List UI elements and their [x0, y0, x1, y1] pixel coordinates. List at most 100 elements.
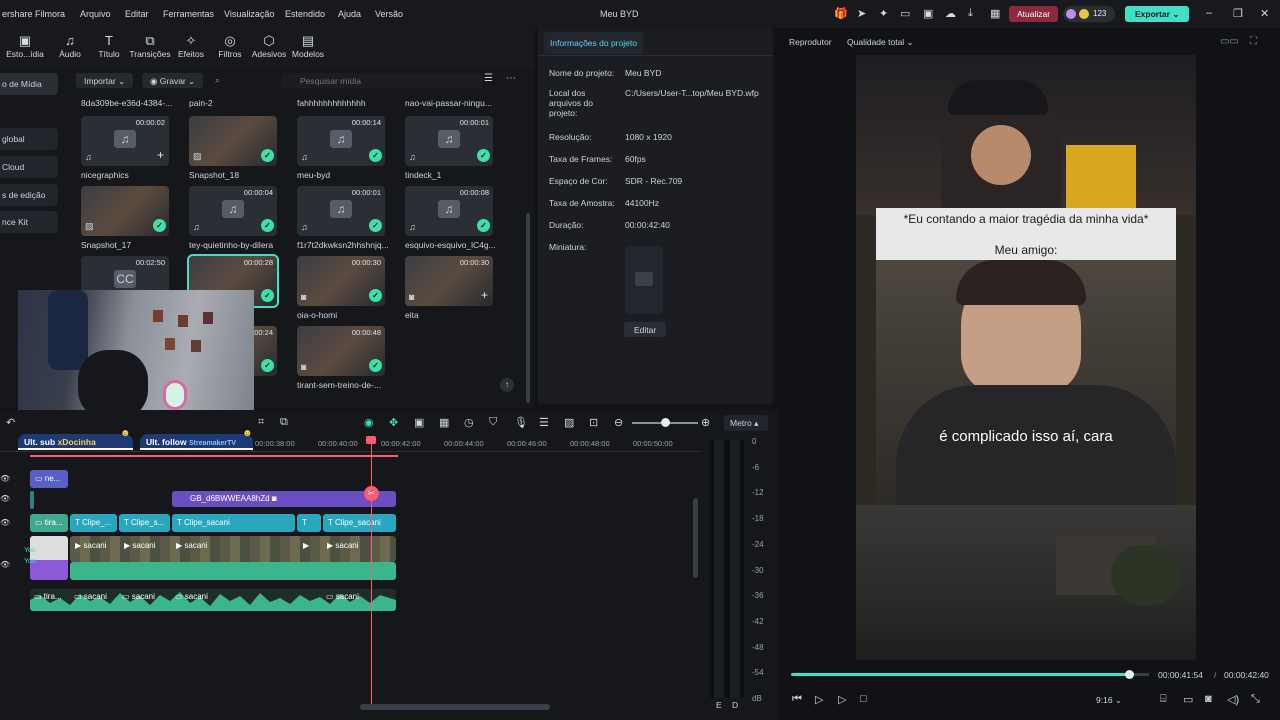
edit-thumbnail-button[interactable]: Editar: [624, 322, 667, 337]
send-icon[interactable]: ➤: [857, 7, 866, 20]
tool-effects[interactable]: ✧ Efeitos: [169, 32, 213, 59]
scissors-icon[interactable]: ✂: [364, 486, 379, 501]
crop-icon[interactable]: ⌗: [258, 416, 264, 429]
add-icon[interactable]: +: [481, 288, 488, 302]
play-icon[interactable]: ▷: [838, 693, 846, 706]
nav-item-cloud[interactable]: Cloud: [0, 156, 58, 178]
import-button[interactable]: Importar ⌄: [76, 73, 134, 88]
media-thumbnail[interactable]: 00:00:48 ◙ ✓: [297, 326, 385, 376]
stop-icon[interactable]: □: [860, 693, 867, 705]
zoom-in-icon[interactable]: ⊕: [701, 416, 710, 429]
media-thumbnail[interactable]: 00:00:30 ◙ +: [405, 256, 493, 306]
media-thumbnail[interactable]: 00:00:04 ♫ ♫ ✓: [189, 186, 277, 236]
work-area-bar[interactable]: [30, 455, 398, 457]
tool-filters[interactable]: ◎ Filtros: [208, 32, 252, 59]
menu-item-estendido[interactable]: Estendido: [285, 9, 325, 19]
image-icon[interactable]: ▨: [564, 416, 574, 429]
track-visible-icon[interactable]: 👁: [0, 494, 10, 503]
title-clip-6[interactable]: T Clipe_sacani: [323, 514, 396, 532]
menu-item-ferramentas[interactable]: Ferramentas: [163, 9, 214, 19]
speed-icon[interactable]: ◷: [464, 416, 474, 429]
menu-item-ajuda[interactable]: Ajuda: [338, 9, 361, 19]
playhead-handle[interactable]: [366, 436, 376, 444]
track-visible-icon[interactable]: 👁: [0, 560, 10, 569]
search-input[interactable]: [282, 73, 482, 88]
nav-item-global[interactable]: global: [0, 128, 58, 150]
tool-templates[interactable]: ▤ Modelos: [286, 32, 330, 59]
minimize-icon[interactable]: –: [1206, 7, 1212, 19]
camera-icon[interactable]: ◙: [1205, 693, 1212, 705]
tile-icon[interactable]: ⊡: [589, 416, 598, 429]
tab-project-info[interactable]: Informações do projeto: [544, 32, 643, 54]
tab-player[interactable]: Reprodutor: [789, 37, 832, 47]
aspect-ratio-select[interactable]: 9:16 ⌄: [1096, 695, 1122, 706]
gift-icon[interactable]: 🎁: [834, 7, 848, 20]
quality-select[interactable]: Qualidade total ⌄: [847, 37, 914, 48]
title-clip-3[interactable]: T Clipe_s...: [119, 514, 170, 532]
nav-item-kit[interactable]: nce Kit: [0, 211, 58, 233]
tool-audio[interactable]: ♫ Áudio: [48, 32, 92, 59]
menu-item-arquivo[interactable]: Arquivo: [80, 9, 111, 19]
overlay-clip[interactable]: GB_d6BWWEAA8hZd ◙: [172, 491, 396, 507]
tool-stock[interactable]: ▣ Esto...ídia: [3, 32, 47, 59]
restore-icon[interactable]: ❐: [1233, 7, 1243, 20]
scroll-top-icon[interactable]: ↑: [500, 378, 514, 392]
progress-bar-fill[interactable]: [791, 673, 1130, 676]
close-icon[interactable]: ✕: [1260, 7, 1269, 20]
zoom-handle[interactable]: [661, 418, 670, 427]
media-thumbnail[interactable]: 00:00:30 ◙ ✓: [297, 256, 385, 306]
marker-icon[interactable]: ⌸: [1160, 693, 1167, 706]
menu-item-versao[interactable]: Versão: [375, 9, 403, 19]
export-button[interactable]: Exportar ⌄: [1125, 6, 1190, 22]
shield-icon[interactable]: ⛉: [489, 416, 497, 429]
media-thumbnail[interactable]: 00:00:01 ♫ ♫ ✓: [297, 186, 385, 236]
audio-list-icon[interactable]: ☰: [539, 416, 549, 429]
filter-list-icon[interactable]: ☰: [484, 73, 493, 84]
menu-item-visualizacao[interactable]: Visualização: [224, 9, 274, 19]
compare-view-icon[interactable]: ▭▭: [1220, 36, 1239, 47]
title-clip[interactable]: ▭ ne...: [30, 470, 68, 488]
scene-icon[interactable]: ▦: [439, 416, 449, 429]
title-clip-1[interactable]: ▭ tira...: [30, 514, 68, 532]
audio-track[interactable]: ▭ tira... ▭ sacani ▭ sacani ▭ sacani ▭ s…: [30, 589, 396, 611]
tool-title[interactable]: T Título: [87, 32, 131, 59]
split-icon[interactable]: ⧉: [280, 416, 288, 429]
undo-icon[interactable]: ↶: [6, 416, 15, 429]
credits-pill[interactable]: 123: [1063, 6, 1115, 22]
nav-item-media[interactable]: o de Mídia: [0, 73, 58, 95]
media-thumbnail[interactable]: ▨ ✓: [189, 116, 277, 166]
track-visible-icon[interactable]: 👁: [0, 474, 10, 483]
small-clip[interactable]: [30, 491, 34, 509]
monitor-icon[interactable]: ▭: [900, 7, 910, 20]
download-icon[interactable]: ⤓: [968, 7, 973, 20]
media-thumbnail[interactable]: 00:00:14 ♫ ♫ ✓: [297, 116, 385, 166]
display-icon[interactable]: ▭: [1183, 693, 1193, 706]
thumbnail-box[interactable]: [625, 246, 663, 314]
nav-item-editing[interactable]: s de edição: [0, 184, 58, 206]
tool-transitions[interactable]: ⧉ Transições: [128, 32, 172, 59]
media-thumbnail[interactable]: ▨ ✓: [81, 186, 169, 236]
timeline-v-scrollbar[interactable]: [693, 498, 698, 578]
microphone-icon[interactable]: 🎙: [514, 416, 528, 429]
playhead-line[interactable]: [371, 438, 372, 710]
zoom-out-icon[interactable]: ⊖: [614, 416, 623, 429]
clip-icon[interactable]: ▣: [414, 416, 424, 429]
track-visible-icon[interactable]: 👁: [0, 518, 10, 527]
video-preview[interactable]: *Eu contando a maior tragédia da minha v…: [856, 55, 1196, 660]
save-icon[interactable]: ▣: [923, 7, 933, 20]
video-track-audio[interactable]: [70, 562, 396, 580]
prev-frame-icon[interactable]: ⏮: [792, 693, 802, 706]
snap-icon[interactable]: ✥: [389, 416, 398, 429]
cloud-icon[interactable]: ☁: [945, 7, 956, 20]
media-thumbnail[interactable]: 00:00:08 ♫ ♫ ✓: [405, 186, 493, 236]
media-thumbnail[interactable]: 00:00:01 ♫ ♫ ✓: [405, 116, 493, 166]
expand-icon[interactable]: ⤡: [1251, 693, 1260, 706]
more-icon[interactable]: ⋯: [506, 73, 516, 84]
fullscreen-view-icon[interactable]: ⛶: [1250, 36, 1257, 47]
meter-button[interactable]: Metro ▴: [724, 415, 768, 431]
media-thumbnail[interactable]: 00:00:02 ♫ ♫ +: [81, 116, 169, 166]
volume-icon[interactable]: ◁): [1227, 693, 1239, 706]
add-icon[interactable]: +: [157, 148, 164, 162]
lightbulb-icon[interactable]: ✦: [879, 7, 888, 20]
record-button[interactable]: ◉ Gravar ⌄: [142, 73, 204, 88]
